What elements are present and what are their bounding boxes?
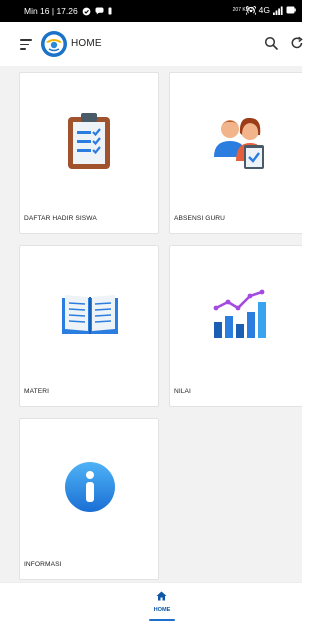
teachers-attendance-icon	[214, 117, 264, 169]
menu-card-nilai[interactable]: NILAI	[169, 245, 302, 407]
menu-card-label: INFORMASI	[24, 561, 62, 568]
status-bar: Min 16 | 17.26 207 KB/S 4G	[0, 0, 302, 22]
menu-card-label: NILAI	[174, 388, 191, 395]
status-right: 207 KB/S 4G	[233, 5, 296, 15]
menu-card-daftar-hadir-siswa[interactable]: DAFTAR HADIR SISWA	[19, 72, 159, 234]
open-book-icon	[62, 295, 118, 334]
nav-home-label: HOME	[153, 607, 171, 613]
search-icon[interactable]	[264, 36, 278, 50]
menu-card-label: DAFTAR HADIR SISWA	[24, 215, 97, 222]
message-icon	[82, 7, 91, 15]
hamburger-menu-icon[interactable]	[20, 39, 32, 50]
active-tab-indicator	[149, 619, 175, 621]
menu-card-absensi-guru[interactable]: ABSENSI GURU	[169, 72, 302, 234]
refresh-icon[interactable]	[290, 36, 304, 50]
nav-home-tab[interactable]: HOME	[146, 588, 178, 624]
app-bar: HOME	[0, 22, 304, 66]
menu-card-label: MATERI	[24, 388, 50, 395]
status-time: Min 16 | 17.26	[24, 6, 78, 16]
page-title: HOME	[71, 38, 102, 49]
clipboard-checklist-icon	[68, 113, 110, 169]
network-type: 4G	[258, 5, 270, 15]
network-speed: 207 KB/S	[232, 6, 254, 13]
tut-wuri-handayani-logo	[41, 31, 67, 57]
menu-card-label: ABSENSI GURU	[174, 215, 226, 222]
menu-grid: DAFTAR HADIR SISWA ABSENSI GURU MATERI N…	[0, 66, 302, 582]
hotspot-icon	[245, 5, 256, 15]
info-icon	[65, 462, 115, 512]
menu-card-materi[interactable]: MATERI	[19, 245, 159, 407]
chat-icon	[95, 7, 104, 15]
status-left: Min 16 | 17.26	[24, 6, 112, 16]
bottom-navigation: HOME	[0, 582, 302, 625]
battery-saver-icon	[108, 7, 112, 15]
bar-chart-icon	[213, 289, 266, 338]
home-icon	[156, 591, 167, 601]
menu-card-informasi[interactable]: INFORMASI	[19, 418, 159, 580]
battery-icon	[286, 6, 296, 14]
signal-icon	[273, 6, 283, 15]
